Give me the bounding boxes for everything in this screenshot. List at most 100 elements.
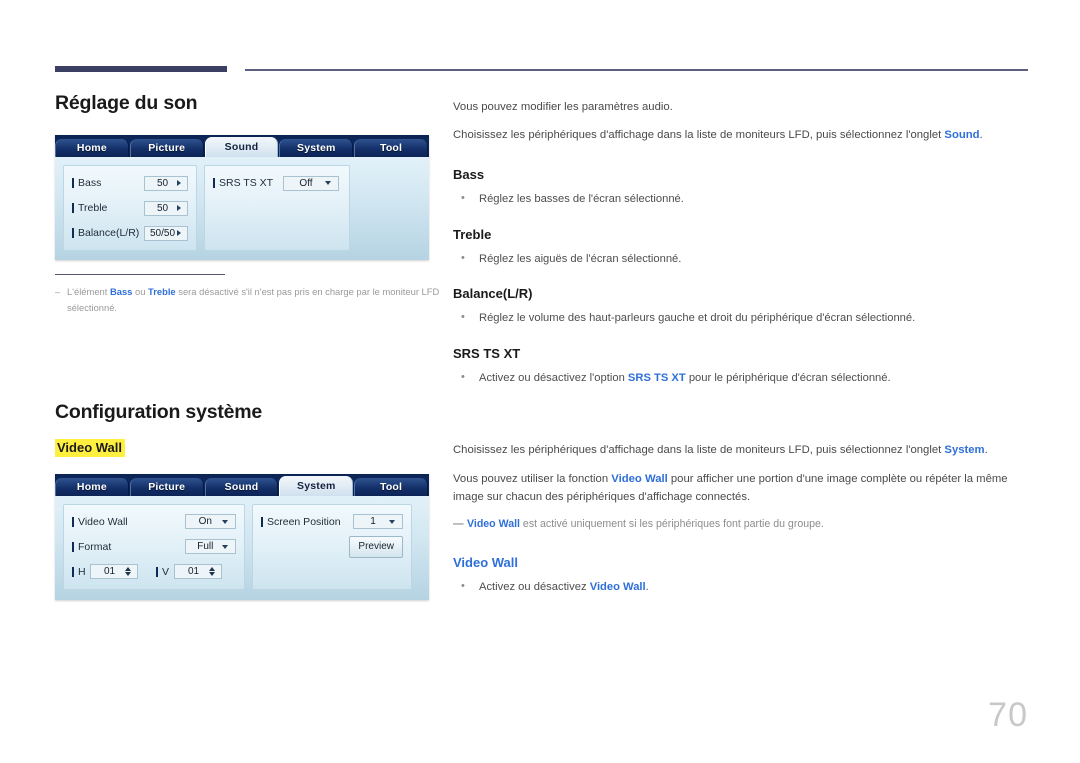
bullets-treble: Réglez les aiguës de l'écran sélectionné… (453, 250, 1031, 269)
footnote-dash: – (55, 286, 61, 298)
osd-value-bass-text: 50 (156, 177, 169, 189)
heading-video-wall-highlighted: Video Wall (55, 438, 435, 457)
page-header-rules (0, 0, 1080, 80)
note-text: est activé uniquement si les périphériqu… (519, 518, 824, 531)
system-intro-2-pre: Vous pouvez utiliser la fonction (453, 472, 612, 485)
footnote-pre: L'élément (67, 286, 110, 298)
osd-row-video-wall: Video Wall On (72, 512, 236, 532)
tab-home[interactable]: Home (55, 139, 129, 157)
right-column: Vous pouvez modifier les paramètres audi… (453, 98, 1031, 600)
video-wall-link-2: Video Wall (467, 518, 520, 531)
heading-video-wall-right: Video Wall (453, 554, 519, 570)
video-wall-link-3: Video Wall (589, 580, 646, 593)
srs-bullet-pre: Activez ou désactivez l'option (479, 372, 628, 385)
osd-label-h: H (72, 566, 90, 578)
osd-value-balance-text: 50/50 (149, 227, 176, 239)
osd-value-balance[interactable]: 50/50 (144, 225, 188, 241)
osd-value-srs-text: Off (299, 177, 313, 189)
osd-empty-area (357, 165, 421, 251)
sound-intro-2: Choisissez les périphériques d'affichage… (453, 126, 1031, 144)
chevron-right-icon (177, 180, 181, 186)
bullets-video-wall: Activez ou désactivez Video Wall. (453, 578, 1031, 597)
system-intro-2: Vous pouvez utiliser la fonction Video W… (453, 470, 1031, 507)
system-section-right: Choisissez les périphériques d'affichage… (453, 441, 1031, 596)
osd-dropdown-screen-position[interactable]: 1 (353, 514, 403, 530)
osd-dropdown-video-wall[interactable]: On (184, 514, 236, 530)
bullets-bass: Réglez les basses de l'écran sélectionné… (453, 190, 1031, 209)
osd-stepper-v[interactable]: 01 (174, 564, 222, 580)
heading-srs-ts-xt: SRS TS XT (453, 346, 521, 362)
osd-value-h-text: 01 (103, 566, 116, 578)
osd-empty-area (419, 504, 421, 590)
osd-label-screen-position: Screen Position (261, 516, 353, 528)
system-tab-link: System (944, 444, 985, 457)
osd-body-system: Video Wall On Format Full H 01 V 01 Scre… (55, 495, 429, 600)
vw-bullet-post: . (645, 580, 649, 593)
list-item: Réglez le volume des haut-parleurs gauch… (453, 309, 1031, 328)
osd-label-bass: Bass (72, 177, 144, 189)
tab-system[interactable]: System (279, 475, 354, 496)
footnote-block-sound: – L'élément Bass ou Treble sera désactivé… (55, 274, 439, 315)
osd-value-bass[interactable]: 50 (144, 175, 188, 191)
tab-picture[interactable]: Picture (129, 139, 204, 157)
tab-home[interactable]: Home (55, 477, 129, 496)
system-section-left: Configuration système Video Wall Home Pi… (55, 401, 435, 600)
osd-card-screen-position: Screen Position 1 Preview (252, 503, 412, 590)
chevron-down-icon (222, 519, 228, 524)
sound-tab-link: Sound (944, 129, 980, 142)
footnote-mid: ou (132, 286, 149, 298)
system-note: ― Video Wall est activé uniquement si les… (453, 516, 1031, 532)
osd-body-sound: Bass 50 Treble 50 Balance(L/R) 50/50 SRS… (55, 157, 429, 260)
osd-dropdown-srs[interactable]: Off (283, 175, 339, 191)
osd-row-treble: Treble 50 (72, 198, 188, 218)
chevron-right-icon (177, 230, 181, 236)
tab-system[interactable]: System (279, 139, 354, 157)
page-title-system: Configuration système (55, 400, 263, 423)
tab-sound[interactable]: Sound (204, 137, 279, 157)
system-intro-1-post: . (984, 444, 988, 457)
osd-panel-system: Home Picture Sound System Tool Video Wal… (55, 473, 429, 600)
osd-stepper-h[interactable]: 01 (90, 564, 138, 580)
system-intro-1: Choisissez les périphériques d'affichage… (453, 441, 1031, 459)
left-column: Réglage du son Home Picture Sound System… (55, 92, 439, 600)
osd-label-balance: Balance(L/R) (72, 227, 144, 239)
osd-label-format: Format (72, 541, 185, 553)
tab-tool[interactable]: Tool (354, 477, 428, 496)
chevron-down-icon (222, 544, 228, 549)
heading-video-wall-highlight-text: Video Wall (55, 438, 126, 457)
note-dash: ― (453, 518, 464, 531)
sound-intro-2-post: . (979, 129, 983, 142)
sound-intro-1: Vous pouvez modifier les paramètres audi… (453, 101, 673, 113)
osd-row-format: Format Full (72, 537, 236, 557)
osd-row-balance: Balance(L/R) 50/50 (72, 223, 188, 243)
osd-value-treble[interactable]: 50 (144, 200, 188, 216)
osd-label-srs-ts-xt: SRS TS XT (213, 177, 283, 189)
tab-picture[interactable]: Picture (129, 477, 204, 496)
page-number: 70 (988, 696, 1028, 734)
page-title-sound: Réglage du son (55, 92, 198, 114)
osd-row-srs: SRS TS XT Off (213, 173, 341, 193)
footnote-link-treble: Treble (148, 286, 176, 298)
osd-label-video-wall: Video Wall (72, 516, 185, 528)
osd-value-screen-position-text: 1 (370, 516, 376, 528)
tab-sound[interactable]: Sound (204, 477, 279, 496)
osd-value-format-text: Full (197, 541, 214, 553)
osd-row-bass: Bass 50 (72, 173, 188, 193)
list-item: Activez ou désactivez Video Wall. (453, 578, 1031, 597)
osd-tabs-system: Home Picture Sound System Tool (55, 473, 429, 496)
osd-row-screen-position: Screen Position 1 (261, 512, 403, 532)
tab-tool[interactable]: Tool (354, 139, 428, 157)
osd-value-treble-text: 50 (156, 202, 169, 214)
osd-row-preview: Preview (261, 535, 403, 558)
osd-label-v: V (156, 566, 174, 578)
header-thick-rule (55, 66, 227, 72)
osd-dropdown-format[interactable]: Full (184, 539, 236, 555)
osd-row-hv: H 01 V 01 (72, 562, 236, 582)
chevron-down-icon (389, 519, 395, 524)
bullets-balance: Réglez le volume des haut-parleurs gauch… (453, 309, 1031, 328)
footnote-rule (55, 274, 225, 276)
list-item: Activez ou désactivez l'option SRS TS XT… (453, 369, 1031, 388)
preview-button[interactable]: Preview (349, 535, 403, 558)
stepper-arrows-icon (209, 567, 215, 577)
chevron-right-icon (177, 205, 181, 211)
